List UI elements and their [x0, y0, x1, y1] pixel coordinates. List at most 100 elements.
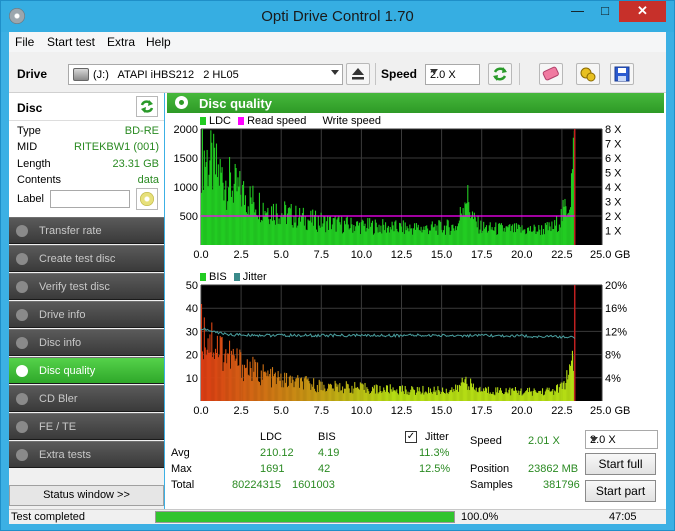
samples-value: 381796 — [543, 479, 580, 491]
total-label: Total — [171, 479, 195, 491]
jitter-label: Jitter — [425, 431, 449, 443]
refresh-disc-button[interactable] — [136, 96, 158, 117]
disc-quality-panel: Disc quality LDC Read speed Write speed … — [165, 93, 666, 509]
x-tick-label: 7.5 — [314, 405, 329, 417]
drive-select-value: (J:) ATAPI iHBS212 2 HL05 — [93, 69, 239, 81]
status-window-button[interactable]: Status window >> — [9, 485, 164, 506]
config-icon — [580, 67, 596, 82]
y-right-tick-label: 5 X — [605, 168, 622, 180]
disc-mid-key: MID — [17, 141, 38, 153]
menu-start-test[interactable]: Start test — [47, 35, 95, 49]
start-part-button[interactable]: Start part — [585, 480, 656, 502]
menu-help[interactable]: Help — [146, 35, 171, 49]
nav-extra-tests[interactable]: Extra tests — [9, 441, 164, 468]
disc-length-row: Length 23.31 GB — [17, 158, 159, 174]
save-button[interactable] — [610, 63, 634, 85]
disc-icon — [140, 192, 154, 206]
menu-file[interactable]: File — [15, 35, 34, 49]
y-right-tick-label: 7 X — [605, 139, 622, 151]
menu-extra[interactable]: Extra — [107, 35, 135, 49]
eject-button[interactable] — [346, 63, 370, 85]
verify-disc-icon — [16, 281, 28, 293]
y-right-tick-label: 6 X — [605, 153, 622, 165]
y-right-tick-label: 4% — [605, 373, 621, 385]
nav-verify-test-disc[interactable]: Verify test disc — [9, 273, 164, 300]
x-tick-label: 22.5 — [551, 249, 572, 261]
y-tick-label: 2000 — [174, 124, 198, 136]
disc-quality-header: Disc quality — [167, 93, 664, 113]
x-tick-label: 12.5 — [391, 405, 412, 417]
cd-bler-icon — [16, 393, 28, 405]
y-tick-label: 1500 — [174, 153, 198, 165]
y-right-tick-label: 1 X — [605, 226, 622, 238]
nav-create-test-disc[interactable]: Create test disc — [9, 245, 164, 272]
speed-stat-label: Speed — [470, 435, 502, 447]
chevron-down-icon — [331, 70, 339, 75]
elapsed-time: 47:05 — [609, 511, 637, 523]
toolbar-separator — [519, 63, 520, 85]
start-full-button[interactable]: Start full — [585, 453, 656, 475]
x-tick-label: 5.0 — [274, 249, 289, 261]
max-bis: 42 — [318, 463, 331, 475]
disc-label-button[interactable] — [136, 188, 158, 210]
disc-header-label: Disc — [17, 101, 43, 115]
nav-disc-quality[interactable]: Disc quality — [9, 357, 164, 384]
test-speed-select[interactable]: 2.0 X — [585, 430, 658, 449]
status-text: Test completed — [11, 511, 85, 523]
max-label: Max — [171, 463, 192, 475]
eject-icon — [352, 68, 364, 80]
x-tick-label: 2.5 — [233, 249, 248, 261]
disc-quality-icon — [16, 365, 28, 377]
disc-length-key: Length — [17, 158, 51, 170]
nav-label: Transfer rate — [39, 225, 102, 237]
erase-button[interactable] — [539, 63, 563, 85]
create-disc-icon — [16, 253, 28, 265]
y-tick-label: 10 — [186, 373, 198, 385]
refresh-icon — [140, 100, 154, 113]
nav-label: Extra tests — [39, 449, 91, 461]
nav-drive-info[interactable]: Drive info — [9, 301, 164, 328]
x-tick-label: 25.0 GB — [590, 405, 630, 417]
nav-transfer-rate[interactable]: Transfer rate — [9, 217, 164, 244]
avg-label: Avg — [171, 447, 190, 459]
position-label: Position — [470, 463, 510, 475]
total-ldc: 80224315 — [232, 479, 281, 491]
avg-ldc: 210.12 — [260, 447, 294, 459]
disc-label-input[interactable] — [50, 190, 130, 208]
bis-chart: 50 40 30 20 10 20% 16% 12% 8% 4% 0.0 2.5 5.0 7.5 10.0 1… — [186, 280, 631, 417]
progress-percent: 100.0% — [461, 511, 499, 523]
x-tick-label: 10.0 — [351, 249, 372, 261]
speed-select[interactable]: 2.0 X — [425, 64, 480, 85]
x-tick-label: 22.5 — [551, 405, 572, 417]
y-tick-label: 20 — [186, 350, 198, 362]
disc-header: Disc — [9, 93, 164, 121]
speed-label: Speed — [381, 67, 418, 81]
maximize-button[interactable]: □ — [592, 1, 618, 22]
total-bis: 1601003 — [292, 479, 335, 491]
disc-label-key: Label — [17, 193, 44, 205]
refresh-speed-button[interactable] — [488, 63, 512, 85]
stats-col-ldc: LDC — [260, 431, 283, 443]
x-tick-label: 25.0 GB — [590, 249, 630, 261]
nav-cd-bler[interactable]: CD Bler — [9, 385, 164, 412]
jitter-checkbox[interactable]: ✓ — [405, 431, 417, 443]
x-tick-label: 0.0 — [193, 405, 208, 417]
minimize-button[interactable]: — — [564, 1, 591, 22]
disc-type-row: Type BD-RE — [17, 125, 159, 141]
y-right-tick-label: 20% — [605, 280, 627, 292]
nav-label: CD Bler — [39, 393, 78, 405]
nav-label: Disc quality — [39, 365, 96, 377]
nav-fe-te[interactable]: FE / TE — [9, 413, 164, 440]
nav-disc-info[interactable]: Disc info — [9, 329, 164, 356]
avg-jitter: 11.3% — [419, 447, 450, 459]
config-button[interactable] — [576, 63, 600, 85]
y-tick-label: 500 — [180, 211, 198, 223]
close-button[interactable]: ✕ — [619, 1, 666, 22]
drive-select[interactable]: (J:) ATAPI iHBS212 2 HL05 — [68, 64, 343, 85]
nav-label: Create test disc — [39, 253, 116, 265]
y-right-tick-label: 16% — [605, 303, 627, 315]
extra-tests-icon — [16, 449, 28, 461]
x-tick-label: 17.5 — [471, 249, 492, 261]
progress-fill — [156, 512, 454, 522]
nav-label: Drive info — [39, 309, 86, 321]
